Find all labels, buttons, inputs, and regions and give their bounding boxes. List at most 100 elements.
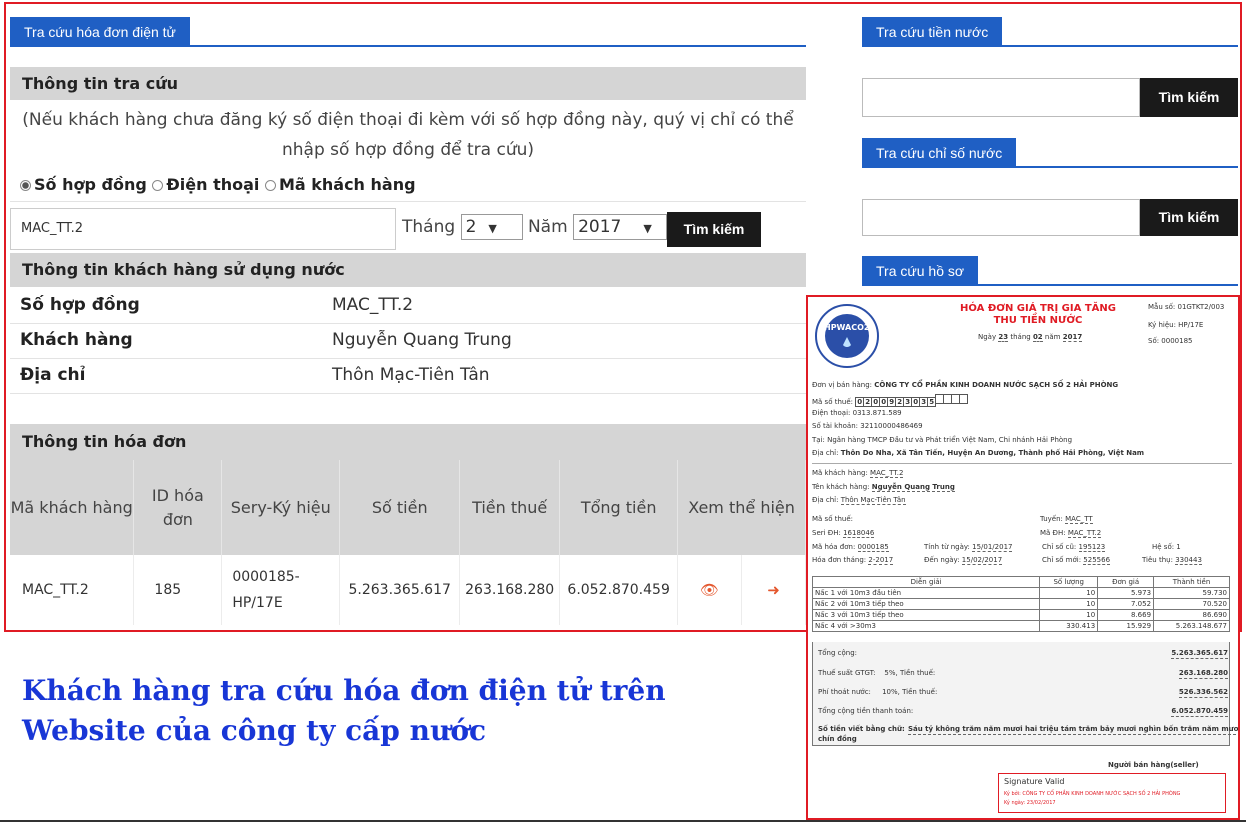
customer-row-name: Khách hàng Nguyễn Quang Trung — [10, 324, 806, 359]
meter-index-input[interactable] — [862, 199, 1140, 236]
buyer-name: Nguyễn Quang Trung — [871, 483, 955, 492]
to-date-label: Đến ngày: — [924, 556, 960, 564]
col-tax: Tiền thuế — [459, 460, 561, 555]
tab-underline — [862, 166, 1238, 168]
usage-col-desc: Diễn giải — [811, 576, 1041, 588]
amount-in-words-label: Số tiền viết bằng chữ: — [818, 725, 905, 733]
customer-row-contract: Số hợp đồng MAC_TT.2 — [10, 289, 806, 324]
usage-price: 8.669 — [1097, 609, 1155, 621]
radio-customer-code-dot[interactable] — [264, 180, 276, 191]
view-eye-icon[interactable]: 👁 — [677, 555, 743, 625]
contract-value: MAC_TT.2 — [332, 295, 414, 315]
seller-label: Đơn vị bán hàng: — [812, 381, 873, 389]
seller-bank: Tại: Ngân hàng TMCP Đầu tư và Phát triển… — [812, 436, 1073, 444]
cell-tax: 263.168.280 — [459, 555, 561, 625]
radio-contract-dot[interactable] — [20, 180, 31, 191]
from-date-label: Tính từ ngày: — [924, 543, 970, 551]
caption-line-1: Khách hàng tra cứu hóa đơn điện tử trên — [22, 674, 666, 707]
consumption: 330443 — [1175, 556, 1202, 565]
open-external-icon[interactable]: ➜ — [741, 555, 806, 625]
tab-water-bill-lookup[interactable]: Tra cứu tiền nước — [862, 17, 1003, 47]
radio-contract-label: Số hợp đồng — [34, 175, 147, 194]
grand-total-value: 6.052.870.459 — [1171, 707, 1228, 717]
lookup-note: (Nếu khách hàng chưa đăng ký số điện tho… — [22, 110, 794, 160]
table-row: Nấc 4 với >30m3 330.413 15.929 5.263.148.67… — [811, 620, 1230, 632]
radio-phone-label: Điện thoại — [166, 175, 260, 194]
subtotal-value: 5.263.365.617 — [1171, 649, 1228, 659]
radio-contract[interactable]: Số hợp đồng — [20, 175, 147, 194]
drainage-line: Phí thoát nước: 10%, Tiền thuế: — [818, 688, 937, 697]
radio-phone[interactable]: Điện thoại — [152, 175, 259, 194]
buyer-code: MAC_TT.2 — [870, 469, 904, 478]
bill-month-label: Hóa đơn tháng: — [812, 556, 867, 564]
new-index-line: Chỉ số mới: 525566 — [1042, 556, 1111, 565]
new-index-label: Chỉ số mới: — [1042, 556, 1082, 564]
usage-qty: 10 — [1039, 598, 1099, 610]
old-index-label: Chỉ số cũ: — [1042, 543, 1077, 551]
period-selector: Tháng 2 ▼ Năm 2017 ▼ — [402, 214, 668, 240]
usage-desc: Nấc 2 với 10m3 tiếp theo — [811, 598, 1041, 610]
drainage-amount-label: Tiền thuế: — [902, 688, 938, 696]
tab-einvoice-lookup[interactable]: Tra cứu hóa đơn điện tử — [10, 17, 190, 47]
contract-label: Số hợp đồng — [20, 295, 140, 315]
table-row: Nấc 1 với 10m3 đầu tiên 10 5.973 59.730 — [811, 587, 1230, 599]
meter-index-search-button[interactable]: Tìm kiếm — [1140, 199, 1238, 236]
vat-value: 263.168.280 — [1178, 669, 1228, 679]
month-select[interactable]: 2 ▼ — [460, 214, 523, 240]
route-value: MAC_TT — [1065, 515, 1093, 524]
water-bill-input[interactable] — [862, 78, 1140, 117]
usage-amount: 5.263.148.677 — [1153, 620, 1230, 632]
radio-customer-code[interactable]: Mã khách hàng — [264, 175, 416, 194]
date-year-label: năm — [1044, 333, 1061, 341]
year-select[interactable]: 2017 ▼ — [573, 214, 668, 240]
invoice-info-heading: Thông tin hóa đơn — [10, 424, 806, 460]
usage-desc: Nấc 1 với 10m3 đầu tiên — [811, 587, 1041, 599]
customer-row-address: Địa chỉ Thôn Mạc-Tiên Tân — [10, 359, 806, 394]
usage-price: 5.973 — [1097, 587, 1155, 599]
contract-input[interactable]: MAC_TT.2 — [10, 208, 396, 250]
seller-address: Thôn Do Nha, Xã Tân Tiến, Huyện An Dương… — [840, 449, 1145, 457]
consumption-line: Tiêu thụ: 330443 — [1142, 556, 1202, 565]
col-total: Tổng tiền — [559, 460, 679, 555]
address-label: Địa chỉ — [20, 365, 86, 385]
buyer-name-line: Tên khách hàng: Nguyễn Quang Trung — [812, 483, 955, 492]
vat-line: Thuế suất GTGT: 5%, Tiền thuế: — [818, 669, 935, 678]
chevron-down-icon: ▼ — [643, 222, 652, 235]
usage-col-qty: Số lượng — [1039, 576, 1099, 588]
usage-amount: 59.730 — [1153, 587, 1230, 599]
tab-underline — [862, 284, 1238, 286]
table-row: Nấc 2 với 10m3 tiếp theo 10 7.052 70.520 — [811, 598, 1230, 610]
table-row: MAC_TT.2 185 0000185-HP/17E 5.263.365.61… — [10, 555, 806, 625]
search-invoice-button[interactable]: Tìm kiếm — [667, 212, 761, 247]
usage-col-amount: Thành tiền — [1153, 576, 1230, 588]
year-value: 2017 — [578, 217, 622, 237]
date-year: 2017 — [1062, 333, 1083, 342]
tax-code-line: Mã số thuế: 0200923035 — [812, 394, 969, 407]
invoice-table: Mã khách hàng ID hóa đơn Sery-Ký hiệu Số… — [10, 460, 806, 625]
caption-line-2: Website của công ty cấp nước — [22, 714, 487, 747]
table-row: Nấc 3 với 10m3 tiếp theo 10 8.669 86.690 — [811, 609, 1230, 621]
company-logo — [815, 304, 879, 368]
usage-price: 15.929 — [1097, 620, 1155, 632]
drainage-rate: 10%, — [882, 688, 900, 696]
seller-address-label: Địa chỉ: — [812, 449, 839, 457]
seller-account: Số tài khoản: 32110000486469 — [812, 422, 923, 430]
meter-serial-line: Seri ĐH: 1618046 — [812, 529, 875, 538]
invoice-table-header: Mã khách hàng ID hóa đơn Sery-Ký hiệu Số… — [10, 460, 806, 555]
bottom-rule — [0, 820, 1246, 822]
serial-symbol: Ký hiệu: HP/17E — [1148, 321, 1204, 329]
tax-code-boxes: 0200923035 — [855, 394, 969, 407]
usage-table: Diễn giải Số lượng Đơn giá Thành tiền Nấ… — [811, 576, 1230, 632]
usage-qty: 330.413 — [1039, 620, 1099, 632]
col-invoice-id: ID hóa đơn — [133, 460, 223, 555]
drainage-label: Phí thoát nước: — [818, 688, 871, 696]
tab-meter-index-lookup[interactable]: Tra cứu chỉ số nước — [862, 138, 1017, 168]
customer-name-value: Nguyễn Quang Trung — [332, 330, 512, 350]
col-amount: Số tiền — [339, 460, 461, 555]
buyer-address: Thôn Mạc-Tiên Tân — [840, 496, 906, 505]
invoice-number: Số: 0000185 — [1148, 337, 1193, 345]
water-bill-search-button[interactable]: Tìm kiếm — [1140, 78, 1238, 117]
tab-profile-lookup[interactable]: Tra cứu hồ sơ — [862, 256, 979, 286]
radio-phone-dot[interactable] — [152, 180, 164, 191]
buyer-address-line: Địa chỉ: Thôn Mạc-Tiên Tân — [812, 496, 906, 505]
